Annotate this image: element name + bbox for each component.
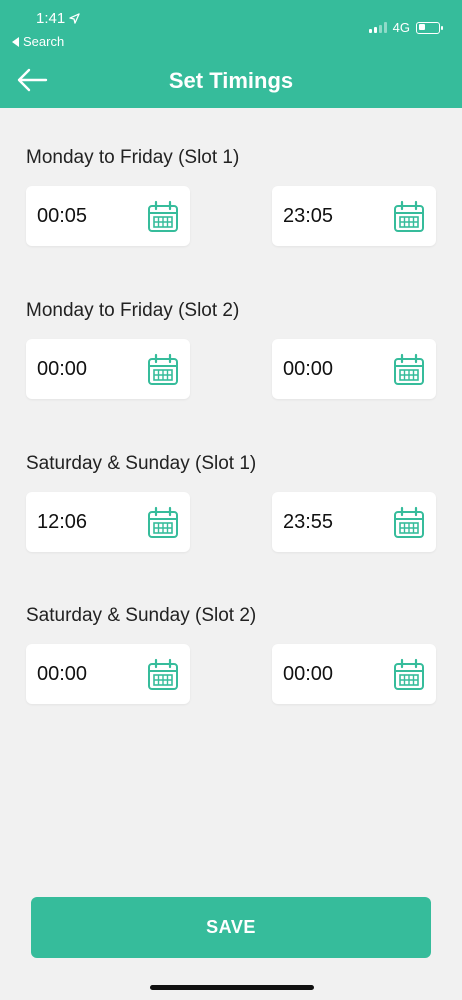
end-time-field[interactable]: 00:00 bbox=[272, 644, 436, 704]
end-time-value: 00:00 bbox=[283, 663, 334, 685]
calendar-icon[interactable] bbox=[146, 658, 180, 692]
home-indicator[interactable] bbox=[150, 985, 314, 990]
start-time-value: 00:00 bbox=[37, 663, 88, 685]
start-time-field[interactable]: 00:05 bbox=[26, 186, 190, 246]
start-time-field[interactable]: 12:06 bbox=[26, 492, 190, 552]
signal-icon bbox=[368, 22, 387, 33]
start-time-field[interactable]: 00:00 bbox=[26, 339, 190, 399]
slot-label-weekend-1: Saturday & Sunday (Slot 1) bbox=[26, 453, 257, 474]
calendar-icon[interactable] bbox=[146, 353, 180, 387]
status-back-link[interactable]: Search bbox=[12, 34, 64, 49]
status-back-label: Search bbox=[23, 34, 65, 49]
back-triangle-icon bbox=[12, 36, 19, 47]
slot-label-weekday-2: Monday to Friday (Slot 2) bbox=[26, 300, 240, 321]
battery-icon bbox=[416, 21, 443, 34]
network-type: 4G bbox=[392, 20, 410, 35]
start-time-value: 00:00 bbox=[37, 358, 88, 380]
end-time-field[interactable]: 00:00 bbox=[272, 339, 436, 399]
end-time-field[interactable]: 23:05 bbox=[272, 186, 436, 246]
status-time-text: 1:41 bbox=[36, 10, 66, 27]
calendar-icon[interactable] bbox=[392, 353, 426, 387]
end-time-field[interactable]: 23:55 bbox=[272, 492, 436, 552]
calendar-icon[interactable] bbox=[392, 658, 426, 692]
start-time-value: 00:05 bbox=[37, 205, 88, 227]
status-indicators: 4G bbox=[368, 20, 443, 35]
end-time-value: 23:55 bbox=[283, 511, 334, 533]
slot-label-weekday-1: Monday to Friday (Slot 1) bbox=[26, 147, 240, 168]
calendar-icon[interactable] bbox=[392, 506, 426, 540]
calendar-icon[interactable] bbox=[146, 506, 180, 540]
start-time-field[interactable]: 00:00 bbox=[26, 644, 190, 704]
calendar-icon[interactable] bbox=[392, 200, 426, 234]
save-button[interactable]: SAVE bbox=[31, 897, 431, 958]
slot-label-weekend-2: Saturday & Sunday (Slot 2) bbox=[26, 605, 257, 626]
page-title: Set Timings bbox=[168, 68, 294, 93]
end-time-value: 23:05 bbox=[283, 205, 334, 227]
location-arrow-icon bbox=[69, 13, 80, 24]
start-time-value: 12:06 bbox=[37, 511, 88, 533]
app-header: 1:41 Search 4G Set Timings bbox=[0, 0, 462, 108]
calendar-icon[interactable] bbox=[146, 200, 180, 234]
status-time: 1:41 bbox=[36, 10, 80, 27]
end-time-value: 00:00 bbox=[283, 358, 334, 380]
